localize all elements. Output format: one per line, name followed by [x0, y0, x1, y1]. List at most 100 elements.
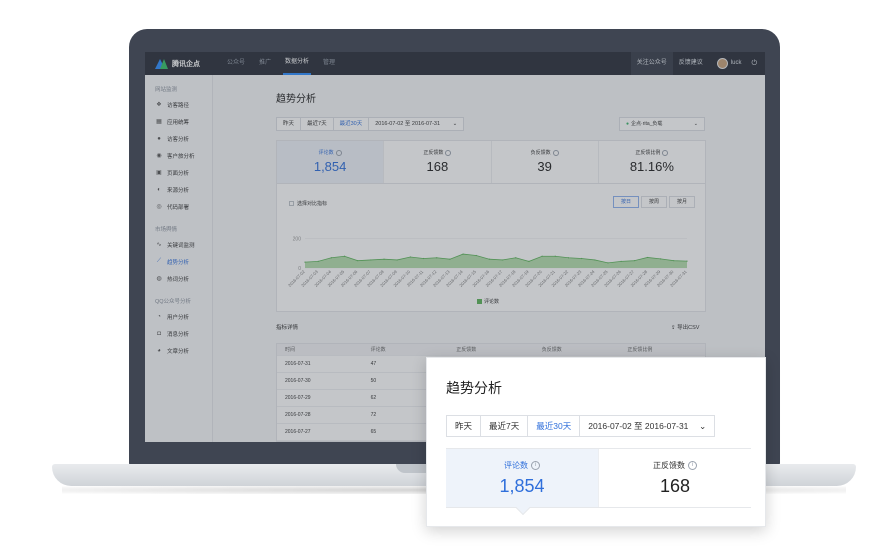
sidebar-item-app[interactable]: ▦ 应用统筹: [145, 113, 212, 130]
range-yesterday-button[interactable]: 昨天: [276, 117, 302, 131]
export-csv-button[interactable]: ⇪ 导出CSV: [671, 323, 699, 331]
sidebar-item-article[interactable]: ◕ 文章分析: [145, 342, 212, 359]
legend-label: 评论数: [484, 299, 500, 305]
sidebar-item-keyword[interactable]: ∿ 关键词监测: [145, 236, 212, 253]
data-point: [317, 260, 319, 262]
trend-icon: ⟋: [156, 258, 162, 264]
data-point: [475, 254, 477, 257]
stat-label: 正反馈数: [384, 149, 490, 156]
sidebar-item-page[interactable]: ▣ 页面分析: [145, 164, 212, 181]
brand-logo[interactable]: 腾讯企点: [155, 58, 215, 69]
zoom-stat-value: 168: [659, 476, 691, 496]
table-header-cell[interactable]: 时间: [277, 346, 363, 353]
granularity-week-button[interactable]: 按周: [640, 196, 667, 208]
data-point: [660, 258, 662, 260]
granularity-month-button[interactable]: 按月: [668, 196, 695, 208]
date-range-text: 2016-07-02 至 2016-07-31: [375, 121, 441, 127]
data-point: [673, 260, 675, 262]
zoom-title: 趋势分析: [446, 380, 502, 396]
zoom-range-30days-button[interactable]: 最近30天: [527, 415, 581, 437]
data-point: [501, 259, 504, 261]
sidebar-item-customer[interactable]: ◉ 客户旅分析: [145, 147, 212, 164]
zoom-date-range-picker[interactable]: 2016-07-02 至 2016-07-31 ⌄: [579, 415, 716, 437]
chart-legend[interactable]: 评论数: [477, 298, 499, 305]
range-7days-button[interactable]: 最近7天: [300, 117, 334, 131]
sidebar-item-label: 来源分析: [167, 187, 190, 194]
sidebar-item-label: 代码部署: [167, 204, 190, 211]
sidebar-group-title: 市场舆情: [155, 227, 178, 233]
y-tick-label: 200: [293, 237, 302, 243]
sidebar-item-message[interactable]: ◘ 消息分析: [145, 325, 212, 342]
stat-comments[interactable]: 评论数 1,854: [277, 141, 385, 183]
data-point: [541, 255, 543, 257]
stat-label-text: 正反馈比例: [635, 150, 661, 156]
stat-positive[interactable]: 正反馈数 168: [384, 141, 492, 183]
date-range-picker[interactable]: 2016-07-02 至 2016-07-31 ⌄: [368, 117, 465, 131]
article-icon: ◕: [157, 347, 161, 354]
feedback-button[interactable]: 反馈建议: [673, 52, 709, 75]
zoom-stat-label: 正反馈数 i: [599, 460, 751, 471]
info-icon[interactable]: i: [531, 461, 540, 471]
date-toolbar: 昨天 最近7天 最近30天 2016-07-02 至 2016-07-31 ⌄: [276, 117, 465, 131]
data-point: [488, 258, 491, 260]
info-icon[interactable]: [552, 149, 559, 156]
info-icon[interactable]: [335, 149, 342, 156]
data-point: [515, 257, 517, 259]
sidebar-item-label: 关键词监测: [167, 242, 195, 249]
sidebar-item-label: 热词分析: [167, 276, 190, 283]
data-point: [409, 256, 411, 258]
business-select[interactable]: ● 企点·rita_负载 ⌄: [619, 117, 705, 131]
nav-item-analytics[interactable]: 数据分析: [283, 52, 312, 75]
data-point: [567, 257, 570, 259]
sidebar-item-label: 用户分析: [167, 314, 190, 321]
chart-panel: 选择对比指标 按日 按周 按月 200 0 2016-07-02 2016-07-03…: [276, 184, 706, 312]
zoom-stat-summary: 评论数 i 1,854 正反馈数 i 168: [446, 448, 751, 516]
stat-label-text: 负反馈数: [530, 150, 551, 156]
follow-button[interactable]: 关注公众号: [630, 52, 673, 75]
nav-item-public[interactable]: 公众号: [225, 52, 247, 75]
table-header-cell[interactable]: 正反馈比例: [619, 346, 705, 353]
sidebar-item-visitor-analysis[interactable]: ● 访客分析: [145, 130, 212, 147]
sidebar-item-label: 消息分析: [167, 331, 190, 338]
nav-item-promotion[interactable]: 推广: [257, 52, 273, 75]
granularity-day-button[interactable]: 按日: [612, 196, 639, 208]
sidebar-item-hotword[interactable]: ◍ 热词分析: [145, 270, 212, 287]
chevron-down-icon: ⌄: [699, 421, 707, 431]
stat-positive-ratio[interactable]: 正反馈比例 81.16%: [599, 141, 705, 183]
table-header-cell[interactable]: 正反馈数: [448, 346, 534, 353]
logout-icon[interactable]: ⏻: [751, 60, 757, 68]
stat-value: 39: [537, 159, 552, 174]
compare-checkbox[interactable]: 选择对比指标: [289, 200, 327, 207]
sidebar-item-trend[interactable]: ⟋ 趋势分析: [145, 253, 212, 270]
compare-label: 选择对比指标: [297, 201, 328, 207]
sidebar-item-source[interactable]: ◐ 来源分析: [145, 181, 212, 198]
info-icon[interactable]: i: [688, 461, 697, 471]
pulse-icon: ∿: [156, 242, 162, 248]
sidebar: 网站监测 ❖ 访客路径 ▦ 应用统筹 ● 访客分析 ◉ 客户旅分析 ▣ 页面分析 ◐ 来源分…: [145, 75, 213, 442]
nav-item-management[interactable]: 管理: [321, 52, 337, 75]
sidebar-item-visitor-path[interactable]: ❖ 访客路径: [145, 96, 212, 113]
info-icon[interactable]: [662, 149, 669, 156]
sidebar-item-label: 文章分析: [167, 348, 190, 355]
table-cell: 2016-07-27: [285, 429, 311, 435]
nav-right: 关注公众号 反馈建议 luck ⏻: [630, 52, 765, 75]
zoom-range-yesterday-button[interactable]: 昨天: [446, 415, 482, 437]
stat-negative[interactable]: 负反馈数 39: [492, 141, 599, 183]
table-header-cell[interactable]: 负反馈数: [534, 346, 620, 353]
code-icon: ◎: [156, 204, 162, 210]
avatar[interactable]: [716, 58, 728, 69]
zoom-stat-positive[interactable]: 正反馈数 i 168: [599, 449, 751, 507]
sidebar-item-label: 应用统筹: [167, 119, 190, 126]
chevron-down-icon: ⌄: [693, 121, 698, 127]
sidebar-item-fans[interactable]: ◔ 用户分析: [145, 308, 212, 325]
username[interactable]: luck: [731, 52, 742, 75]
range-30days-button[interactable]: 最近30天: [332, 117, 370, 131]
table-header-cell[interactable]: 评论数: [363, 346, 449, 353]
top-nav: 腾讯企点 公众号 推广 数据分析 管理 关注公众号 反馈建议 luck ⏻: [145, 52, 765, 75]
sidebar-item-code[interactable]: ◎ 代码部署: [145, 198, 212, 215]
stage: 腾讯企点 公众号 推广 数据分析 管理 关注公众号 反馈建议 luck ⏻ 网站…: [0, 0, 891, 546]
zoom-stat-comments[interactable]: 评论数 i 1,854: [446, 449, 599, 516]
info-icon[interactable]: [445, 149, 452, 156]
sidebar-item-label: 访客路径: [167, 102, 190, 109]
zoom-range-7days-button[interactable]: 最近7天: [480, 415, 529, 437]
